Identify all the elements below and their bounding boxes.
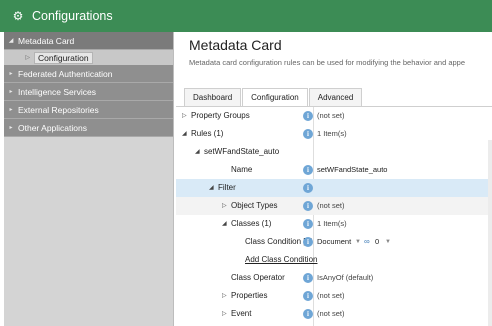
sidebar-item-external-repositories[interactable]: ▸ External Repositories xyxy=(4,101,173,119)
tab-advanced[interactable]: Advanced xyxy=(308,88,363,106)
chevron-down-icon[interactable]: ◢ xyxy=(182,125,187,143)
property-row-property-groups[interactable]: ▷ Property Groups i (not set) xyxy=(176,107,492,125)
chevron-right-icon[interactable]: ▷ xyxy=(182,107,187,125)
property-row-class-condition[interactable]: Class Condition [1] i Document ▼ ∞ 0 ▼ xyxy=(176,233,492,251)
property-row-name[interactable]: Name i setWFandState_auto xyxy=(176,161,492,179)
chevron-right-icon[interactable]: ▷ xyxy=(4,54,34,61)
property-row-properties[interactable]: ▷ Properties i (not set) xyxy=(176,287,492,305)
title-bar: ⚙ Configurations xyxy=(0,0,492,32)
tab-dashboard[interactable]: Dashboard xyxy=(184,88,242,106)
property-name: Rules (1) xyxy=(191,129,224,138)
info-icon[interactable]: i xyxy=(303,237,313,247)
sidebar-item-other-applications[interactable]: ▸ Other Applications xyxy=(4,119,173,137)
chevron-right-icon[interactable]: ▷ xyxy=(222,287,227,305)
chevron-right-icon[interactable]: ▸ xyxy=(4,106,18,113)
chevron-right-icon[interactable]: ▸ xyxy=(4,88,18,95)
info-icon[interactable]: i xyxy=(303,309,313,319)
property-row-object-types[interactable]: ▷ Object Types i (not set) xyxy=(176,197,492,215)
property-name: Filter xyxy=(218,183,236,192)
property-row-event[interactable]: ▷ Event i (not set) xyxy=(176,305,492,323)
info-icon[interactable]: i xyxy=(303,111,313,121)
property-name: setWFandState_auto xyxy=(204,147,280,156)
sidebar-item-label: External Repositories xyxy=(18,104,99,115)
sidebar-item-label: Federated Authentication xyxy=(18,68,113,79)
info-icon[interactable]: i xyxy=(303,165,313,175)
property-value[interactable]: (not set) xyxy=(317,197,345,215)
chevron-down-icon[interactable]: ◢ xyxy=(209,179,214,197)
condition-count[interactable]: 0 xyxy=(375,233,379,251)
info-icon[interactable]: i xyxy=(303,183,313,193)
chevron-down-icon[interactable]: ▼ xyxy=(385,233,391,251)
sidebar-item-label: Intelligence Services xyxy=(18,86,96,97)
sidebar-item-label: Other Applications xyxy=(18,122,87,133)
property-row-class-operator[interactable]: Class Operator i IsAnyOf (default) xyxy=(176,269,492,287)
property-row-rules[interactable]: ◢ Rules (1) i 1 Item(s) xyxy=(176,125,492,143)
chevron-down-icon[interactable]: ◢ xyxy=(4,37,18,44)
info-icon[interactable]: i xyxy=(303,219,313,229)
sidebar-item-federated-authentication[interactable]: ▸ Federated Authentication xyxy=(4,65,173,83)
class-select[interactable]: Document xyxy=(317,233,351,251)
property-value[interactable]: (not set) xyxy=(317,287,345,305)
tab-configuration[interactable]: Configuration xyxy=(242,88,308,107)
gear-icon: ⚙ xyxy=(12,9,24,23)
tab-bar: Dashboard Configuration Advanced xyxy=(184,88,363,107)
page-description: Metadata card configuration rules can be… xyxy=(189,58,466,67)
chevron-right-icon[interactable]: ▷ xyxy=(222,305,227,323)
sidebar: ◢ Metadata Card ▷ Configuration ▸ Federa… xyxy=(4,32,174,326)
property-value[interactable]: (not set) xyxy=(317,107,345,125)
link-icon[interactable]: ∞ xyxy=(364,233,370,251)
sidebar-item-label: Configuration xyxy=(34,51,93,64)
property-name: Properties xyxy=(231,291,268,300)
info-icon[interactable]: i xyxy=(303,291,313,301)
chevron-right-icon[interactable]: ▸ xyxy=(4,124,18,131)
chevron-right-icon[interactable]: ▷ xyxy=(222,197,227,215)
property-value[interactable]: 1 Item(s) xyxy=(317,215,347,233)
main-panel: Metadata Card Metadata card configuratio… xyxy=(176,32,492,326)
property-value[interactable]: (not set) xyxy=(317,305,345,323)
page-title: Metadata Card xyxy=(189,37,282,53)
info-icon[interactable]: i xyxy=(303,273,313,283)
sidebar-item-metadata-card[interactable]: ◢ Metadata Card xyxy=(4,32,173,50)
property-name: Classes (1) xyxy=(231,219,272,228)
info-icon[interactable]: i xyxy=(303,201,313,211)
scrollbar[interactable] xyxy=(488,140,492,326)
property-row-rule-item[interactable]: ◢ setWFandState_auto xyxy=(176,143,492,161)
property-name: Property Groups xyxy=(191,111,250,120)
property-row-classes[interactable]: ◢ Classes (1) i 1 Item(s) xyxy=(176,215,492,233)
sidebar-item-configuration[interactable]: ▷ Configuration xyxy=(4,50,173,65)
add-class-condition-link[interactable]: Add Class Condition xyxy=(245,251,317,269)
info-icon[interactable]: i xyxy=(303,129,313,139)
property-value[interactable]: IsAnyOf (default) xyxy=(317,269,373,287)
chevron-down-icon[interactable]: ◢ xyxy=(195,143,200,161)
property-row-filter[interactable]: ◢ Filter i xyxy=(176,179,492,197)
chevron-right-icon[interactable]: ▸ xyxy=(4,70,18,77)
property-name: Object Types xyxy=(231,201,278,210)
chevron-down-icon[interactable]: ▼ xyxy=(355,233,361,251)
property-name: Event xyxy=(231,309,252,318)
sidebar-item-label: Metadata Card xyxy=(18,35,75,46)
property-name: Class Operator xyxy=(231,273,285,282)
property-name: Name xyxy=(231,165,253,174)
sidebar-item-intelligence-services[interactable]: ▸ Intelligence Services xyxy=(4,83,173,101)
window-title: Configurations xyxy=(32,9,113,23)
property-row-add-class-condition: Add Class Condition xyxy=(176,251,492,269)
chevron-down-icon[interactable]: ◢ xyxy=(222,215,227,233)
property-value[interactable]: setWFandState_auto xyxy=(317,161,387,179)
property-value[interactable]: 1 Item(s) xyxy=(317,125,347,143)
